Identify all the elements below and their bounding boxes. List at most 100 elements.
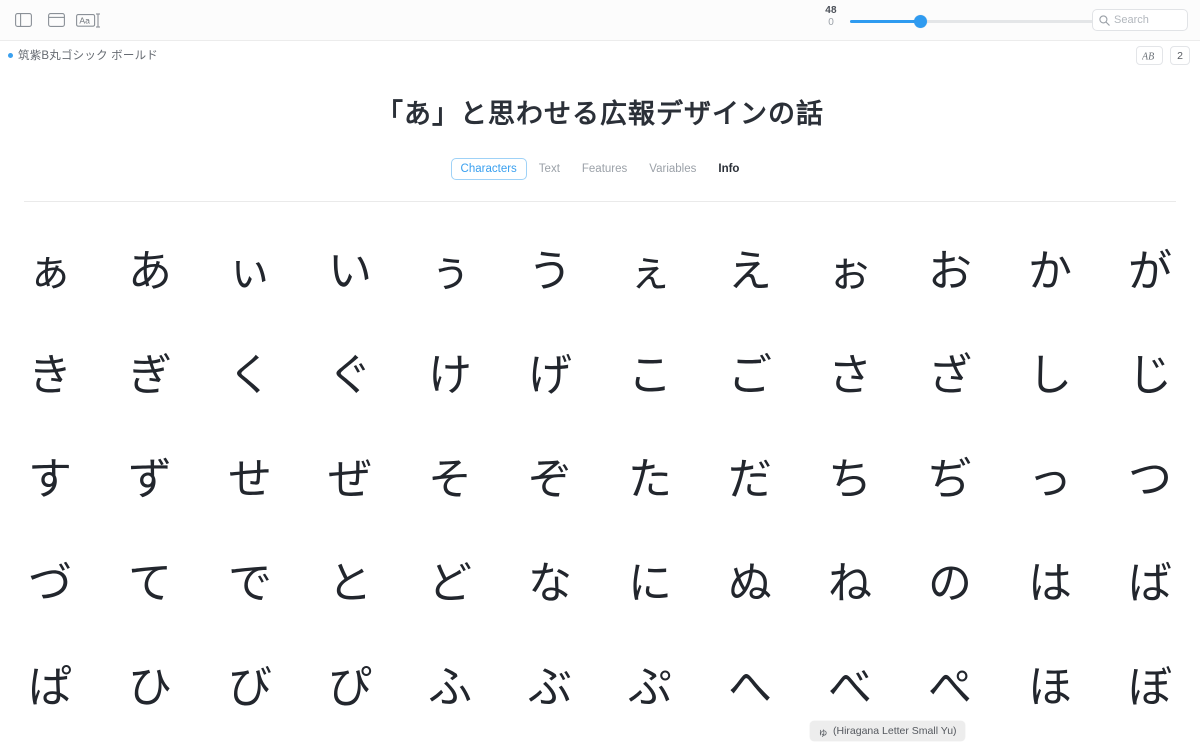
glyph-cell[interactable]: ぷ xyxy=(600,636,700,740)
tab-variables[interactable]: Variables xyxy=(639,158,706,180)
active-font[interactable]: 筑紫B丸ゴシック ボールド xyxy=(8,47,158,63)
glyph-cell[interactable]: か xyxy=(1000,220,1100,324)
tooltip-label: (Hiragana Letter Small Yu) xyxy=(833,725,957,737)
glyph-cell[interactable]: ほ xyxy=(1000,636,1100,740)
glyph-cell[interactable]: う xyxy=(500,220,600,324)
glyph-cell[interactable]: お xyxy=(900,220,1000,324)
font-size-value: 48 xyxy=(825,5,837,16)
glyph-cell[interactable]: と xyxy=(300,532,400,636)
glyph-character: ぬ xyxy=(728,558,772,609)
glyph-character: な xyxy=(528,558,572,609)
glyph-cell[interactable]: へ xyxy=(700,636,800,740)
glyph-cell[interactable]: の xyxy=(900,532,1000,636)
glyph-cell[interactable]: ぃ xyxy=(200,220,300,324)
glyph-cell[interactable]: い xyxy=(300,220,400,324)
text-tool-icon[interactable]: Aa xyxy=(76,9,102,31)
glyph-cell[interactable]: ぉ xyxy=(800,220,900,324)
glyph-cell[interactable]: し xyxy=(1000,324,1100,428)
tab-features[interactable]: Features xyxy=(572,158,637,180)
glyph-cell[interactable]: あ xyxy=(100,220,200,324)
glyph-cell[interactable]: ね xyxy=(800,532,900,636)
glyph-cell[interactable]: ぱ xyxy=(0,636,100,740)
glyph-cell[interactable]: が xyxy=(1100,220,1200,324)
tab-info[interactable]: Info xyxy=(708,158,749,180)
search-input[interactable] xyxy=(1114,14,1181,26)
glyph-character: ぞ xyxy=(528,454,572,505)
glyph-cell[interactable]: ぢ xyxy=(900,428,1000,532)
glyph-cell[interactable]: で xyxy=(200,532,300,636)
glyph-cell[interactable]: す xyxy=(0,428,100,532)
font-size-min-value: 0 xyxy=(828,16,834,28)
glyph-cell[interactable]: に xyxy=(600,532,700,636)
glyph-character: に xyxy=(628,558,672,609)
glyph-cell[interactable]: こ xyxy=(600,324,700,428)
glyph-cell[interactable]: ど xyxy=(400,532,500,636)
glyph-cell[interactable]: は xyxy=(1000,532,1100,636)
panel-toggle-icon[interactable] xyxy=(43,9,69,31)
glyph-character: ね xyxy=(828,558,872,609)
glyph-tooltip: ゅ (Hiragana Letter Small Yu) xyxy=(810,721,965,741)
sidebar-toggle-icon[interactable] xyxy=(10,9,36,31)
glyph-count-badge[interactable]: 2 xyxy=(1170,46,1190,65)
glyph-cell[interactable]: づ xyxy=(0,532,100,636)
glyph-cell[interactable]: ご xyxy=(700,324,800,428)
glyph-cell[interactable]: け xyxy=(400,324,500,428)
tooltip-glyph-preview: ゅ xyxy=(818,727,828,739)
glyph-character: び xyxy=(228,662,272,713)
slider-knob[interactable] xyxy=(914,15,928,28)
font-size-slider[interactable] xyxy=(850,11,1102,33)
glyph-cell[interactable]: ぬ xyxy=(700,532,800,636)
glyph-cell[interactable]: ぅ xyxy=(400,220,500,324)
search-box[interactable] xyxy=(1092,9,1188,31)
glyph-cell[interactable]: ぞ xyxy=(500,428,600,532)
glyph-cell[interactable]: ぜ xyxy=(300,428,400,532)
glyph-cell[interactable]: ぎ xyxy=(100,324,200,428)
specimen-title: 「あ」と思わせる広報デザインの話 xyxy=(376,99,824,130)
glyph-cell[interactable]: び xyxy=(200,636,300,740)
glyph-cell[interactable]: げ xyxy=(500,324,600,428)
glyph-character: ぐ xyxy=(328,350,372,401)
glyph-cell[interactable]: ず xyxy=(100,428,200,532)
glyph-cell[interactable]: ぶ xyxy=(500,636,600,740)
glyph-cell[interactable]: き xyxy=(0,324,100,428)
glyph-cell[interactable]: ぁ xyxy=(0,220,100,324)
glyph-cell[interactable]: た xyxy=(600,428,700,532)
ligature-icon[interactable]: AB xyxy=(1136,46,1163,65)
glyph-character: ふ xyxy=(428,662,472,713)
font-size-slider-group[interactable]: 48 0 xyxy=(818,5,1102,37)
glyph-cell[interactable]: ぇ xyxy=(600,220,700,324)
toolbar-left-tools: Aa xyxy=(10,9,102,31)
glyph-cell[interactable]: つ xyxy=(1100,428,1200,532)
tab-characters[interactable]: Characters xyxy=(450,158,527,180)
glyph-cell[interactable]: ち xyxy=(800,428,900,532)
glyph-cell[interactable]: ふ xyxy=(400,636,500,740)
glyph-character: ぺ xyxy=(928,662,972,713)
glyph-character: す xyxy=(28,454,72,505)
glyph-character: え xyxy=(728,246,772,297)
glyph-cell[interactable]: ぐ xyxy=(300,324,400,428)
glyph-cell[interactable]: せ xyxy=(200,428,300,532)
glyph-character: か xyxy=(1028,246,1072,297)
glyph-cell[interactable]: さ xyxy=(800,324,900,428)
glyph-character: そ xyxy=(428,454,472,505)
glyph-cell[interactable]: っ xyxy=(1000,428,1100,532)
glyph-character: て xyxy=(128,558,172,609)
glyph-cell[interactable]: だ xyxy=(700,428,800,532)
glyph-cell[interactable]: ば xyxy=(1100,532,1200,636)
glyph-character: ぜ xyxy=(328,454,372,505)
glyph-cell[interactable]: じ xyxy=(1100,324,1200,428)
specimen-area: 「あ」と思わせる広報デザインの話 Characters Text Feature… xyxy=(0,69,1200,750)
glyph-cell[interactable]: ぼ xyxy=(1100,636,1200,740)
glyph-cell[interactable]: く xyxy=(200,324,300,428)
glyph-cell[interactable]: そ xyxy=(400,428,500,532)
glyph-cell[interactable]: な xyxy=(500,532,600,636)
tab-text[interactable]: Text xyxy=(529,158,570,180)
glyph-character: べ xyxy=(828,662,872,713)
glyph-cell[interactable]: ひ xyxy=(100,636,200,740)
glyph-cell[interactable]: ざ xyxy=(900,324,1000,428)
glyph-character: げ xyxy=(528,350,572,401)
glyph-character: ひ xyxy=(128,662,172,713)
glyph-cell[interactable]: ぴ xyxy=(300,636,400,740)
glyph-cell[interactable]: て xyxy=(100,532,200,636)
glyph-cell[interactable]: え xyxy=(700,220,800,324)
